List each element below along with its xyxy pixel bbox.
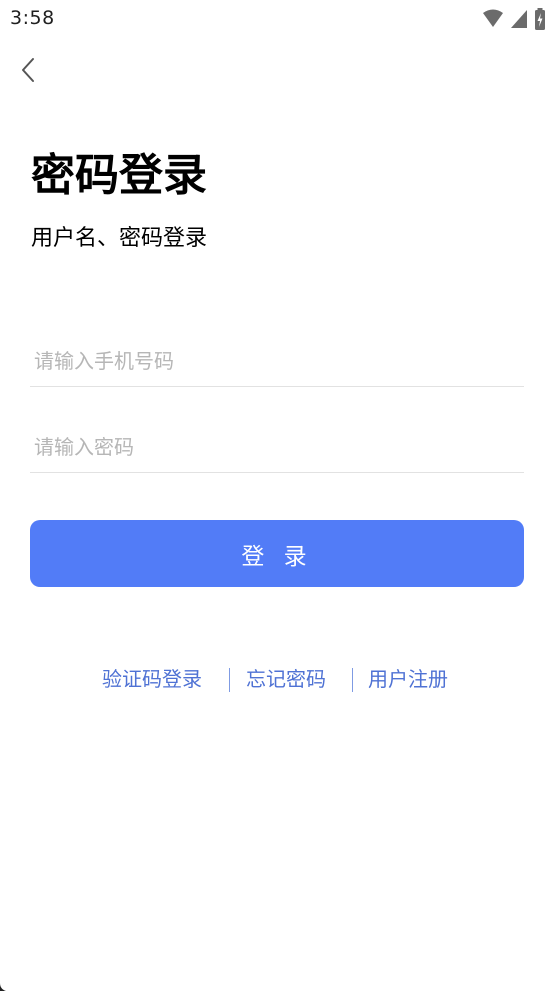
corner-mark	[0, 976, 6, 991]
back-button[interactable]	[12, 56, 44, 88]
page-subtitle: 用户名、密码登录	[31, 226, 208, 251]
login-button[interactable]: 登 录	[30, 520, 524, 587]
status-icons	[482, 8, 546, 30]
password-input[interactable]	[30, 422, 524, 472]
battery-charging-icon	[534, 8, 546, 30]
status-time: 3:58	[10, 7, 55, 29]
sms-login-link[interactable]: 验证码登录	[102, 664, 202, 694]
register-link[interactable]: 用户注册	[368, 664, 448, 694]
wifi-icon	[482, 9, 504, 29]
phone-field	[30, 336, 524, 387]
link-divider	[229, 668, 230, 692]
phone-input[interactable]	[30, 336, 524, 386]
status-bar: 3:58	[0, 0, 554, 38]
link-divider	[352, 668, 353, 692]
cellular-signal-icon	[510, 9, 528, 29]
forgot-password-link[interactable]: 忘记密码	[246, 664, 326, 694]
auth-links: 验证码登录 忘记密码 用户注册	[0, 664, 554, 694]
password-field	[30, 422, 524, 473]
chevron-left-icon	[20, 56, 36, 88]
page-title: 密码登录	[31, 150, 207, 201]
